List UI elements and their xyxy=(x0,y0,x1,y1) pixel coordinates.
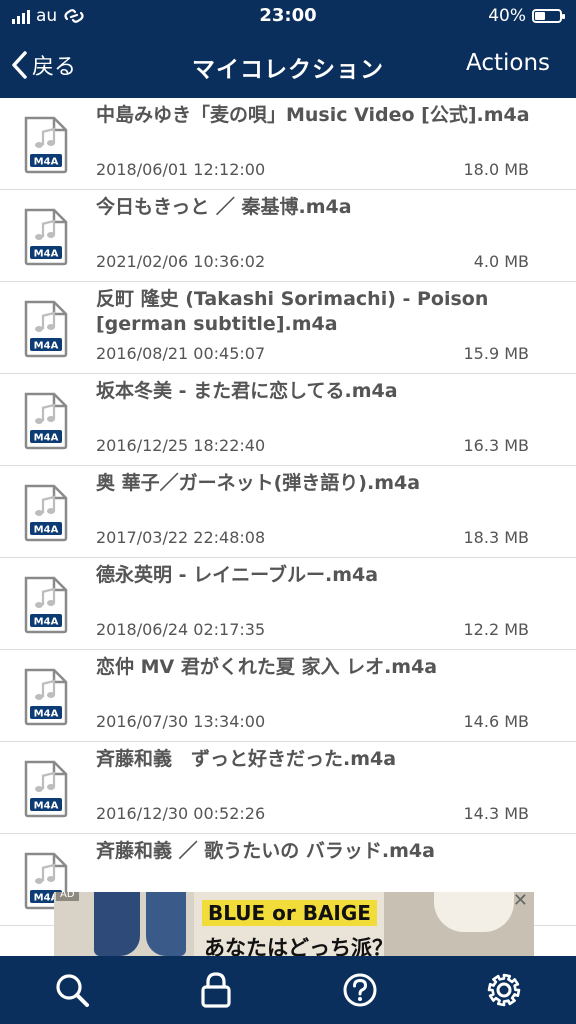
svg-text:M4A: M4A xyxy=(34,433,59,444)
ad-close-button[interactable]: ✕ xyxy=(513,892,528,911)
file-date: 2016/07/30 13:34:00 xyxy=(96,712,266,731)
file-date: 2018/06/01 12:12:00 xyxy=(96,160,266,179)
ad-photo-figure xyxy=(94,892,140,956)
file-size: 16.3 MB xyxy=(463,436,530,455)
m4a-file-icon: M4A xyxy=(24,576,68,634)
svg-text:M4A: M4A xyxy=(34,709,59,720)
help-icon xyxy=(343,973,377,1007)
m4a-file-icon: M4A xyxy=(24,668,68,726)
file-row[interactable]: M4A 中島みゆき「麦の唄」Music Video [公式].m4a 2018/… xyxy=(0,98,576,190)
file-row[interactable]: M4A 恋仲 MV 君がくれた夏 家入 レオ.m4a 2016/07/30 13… xyxy=(0,650,576,742)
actions-button[interactable]: Actions xyxy=(466,50,550,76)
file-name: 今日もきっと ／ 秦基博.m4a xyxy=(96,196,352,218)
m4a-file-icon: M4A xyxy=(24,760,68,818)
file-name: 坂本冬美 - また君に恋してる.m4a xyxy=(96,380,398,402)
file-size: 12.2 MB xyxy=(463,620,530,639)
m4a-file-icon: M4A xyxy=(24,116,68,174)
file-size: 15.9 MB xyxy=(463,344,530,363)
battery-icon xyxy=(532,9,565,23)
lock-tab-button[interactable] xyxy=(186,960,246,1020)
file-size: 4.0 MB xyxy=(473,252,529,271)
file-name: 奥 華子／ガーネット(弾き語り).m4a xyxy=(96,472,421,494)
file-row[interactable]: M4A 坂本冬美 - また君に恋してる.m4a 2016/12/25 18:22… xyxy=(0,374,576,466)
m4a-file-icon: M4A xyxy=(24,300,68,358)
battery-percent: 40% xyxy=(488,6,526,26)
gear-icon xyxy=(487,973,521,1007)
file-row[interactable]: M4A 反町 隆史 (Takashi Sorimachi) - Poison [… xyxy=(0,282,576,374)
search-icon xyxy=(56,974,89,1007)
file-name: 中島みゆき「麦の唄」Music Video [公式].m4a xyxy=(96,104,530,126)
help-tab-button[interactable] xyxy=(330,960,390,1020)
file-name: 斉藤和義 ずっと好きだった.m4a xyxy=(96,748,397,770)
tab-bar xyxy=(0,956,576,1024)
navigation-bar: 戻る マイコレクション Actions xyxy=(0,32,576,98)
file-size: 18.3 MB xyxy=(463,528,530,547)
file-name: 德永英明 - レイニーブルー.m4a xyxy=(96,564,379,586)
file-date: 2016/12/30 00:52:26 xyxy=(96,804,266,823)
lock-icon xyxy=(201,972,231,1008)
svg-text:M4A: M4A xyxy=(34,617,59,628)
search-tab-button[interactable] xyxy=(42,960,102,1020)
ad-headline: BLUE or BAIGE xyxy=(202,900,377,926)
file-date: 2021/02/06 10:36:02 xyxy=(96,252,266,271)
file-date: 2017/03/22 22:48:08 xyxy=(96,528,266,547)
svg-text:M4A: M4A xyxy=(34,341,59,352)
file-row[interactable]: M4A 今日もきっと ／ 秦基博.m4a 2021/02/06 10:36:02… xyxy=(0,190,576,282)
svg-text:M4A: M4A xyxy=(34,157,59,168)
ad-photo-skirt xyxy=(434,892,514,932)
ad-photo-figure-2 xyxy=(146,892,186,956)
file-list: M4A 中島みゆき「麦の唄」Music Video [公式].m4a 2018/… xyxy=(0,98,576,926)
status-right: 40% xyxy=(488,6,565,26)
ad-subline: あなたはどっち派？ xyxy=(204,936,393,956)
svg-text:M4A: M4A xyxy=(34,801,59,812)
file-name: 斉藤和義 ／ 歌うたいの バラッド.m4a xyxy=(96,840,435,862)
file-row[interactable]: M4A 德永英明 - レイニーブルー.m4a 2018/06/24 02:17:… xyxy=(0,558,576,650)
file-row[interactable]: M4A 奥 華子／ガーネット(弾き語り).m4a 2017/03/22 22:4… xyxy=(0,466,576,558)
file-size: 18.0 MB xyxy=(463,160,530,179)
ad-banner[interactable]: AD BLUE or BAIGE あなたはどっち派？ ✕ xyxy=(54,892,534,956)
file-size: 14.6 MB xyxy=(463,712,530,731)
m4a-file-icon: M4A xyxy=(24,208,68,266)
ad-label: AD xyxy=(56,892,79,901)
file-date: 2018/06/24 02:17:35 xyxy=(96,620,266,639)
status-bar: au 23:00 40% xyxy=(0,0,576,32)
svg-text:M4A: M4A xyxy=(34,249,59,260)
m4a-file-icon: M4A xyxy=(24,484,68,542)
settings-tab-button[interactable] xyxy=(474,960,534,1020)
m4a-file-icon: M4A xyxy=(24,392,68,450)
svg-text:M4A: M4A xyxy=(34,525,59,536)
file-date: 2016/08/21 00:45:07 xyxy=(96,344,266,363)
file-size: 14.3 MB xyxy=(463,804,530,823)
file-name: 恋仲 MV 君がくれた夏 家入 レオ.m4a xyxy=(96,656,438,678)
file-name: 反町 隆史 (Takashi Sorimachi) - Poison [germ… xyxy=(96,288,489,335)
file-date: 2016/12/25 18:22:40 xyxy=(96,436,266,455)
file-row[interactable]: M4A 斉藤和義 ずっと好きだった.m4a 2016/12/30 00:52:2… xyxy=(0,742,576,834)
